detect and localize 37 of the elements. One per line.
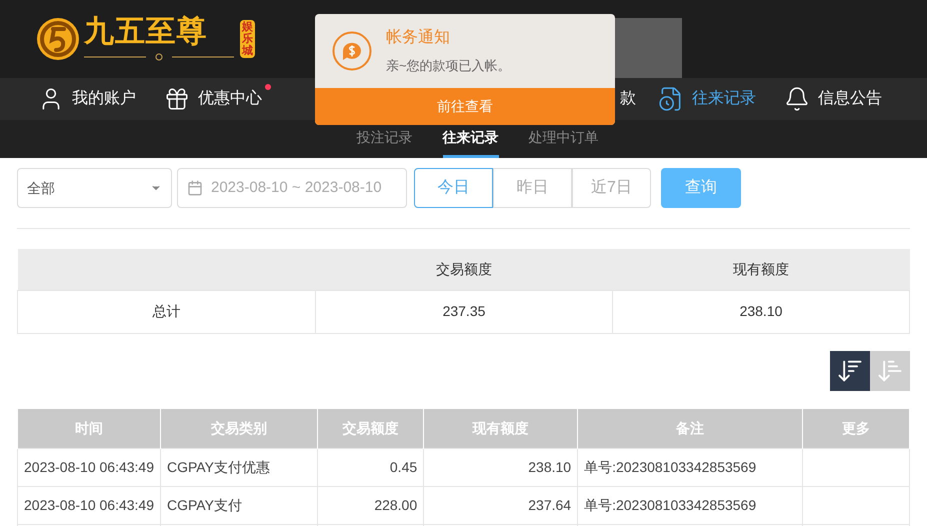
date-range-tab[interactable]: 近7日 [572,168,651,208]
nav-item[interactable]: 款 [620,87,636,111]
type-select[interactable]: 全部 [17,168,172,208]
table-cell: CGPAY支付 [160,486,318,524]
bell-icon [784,86,810,112]
date-range-tab[interactable]: 今日 [414,168,493,208]
table-cell: 总计 [18,290,316,333]
ornament-divider-icon [84,53,234,61]
nav-item[interactable]: 优惠中心 [164,86,262,112]
logo-emblem-icon [36,17,80,61]
sort-button[interactable] [830,350,870,390]
table-cell: 2023-08-10 06:43:49 [18,448,160,486]
table-header-cell: 交易额度 [316,249,612,290]
date-range-tab[interactable]: 昨日 [493,168,572,208]
table-cell: 237.35 [316,290,612,333]
table-cell: 238.10 [612,290,910,333]
table-cell: 228.00 [317,486,424,524]
popup-message: 亲~您的款项已入帐。 [386,57,511,76]
table-cell: 237.64 [424,486,578,524]
table-cell: CGPAY支付优惠 [160,448,318,486]
calendar-icon [187,180,203,196]
nav-item[interactable]: 往来记录 [658,86,756,112]
logo-badge: 娱乐城 [240,20,255,58]
nav-item[interactable]: 我的账户 [38,86,136,112]
table-cell: 2023-08-10 06:43:49 [18,486,160,524]
table-cell: 238.10 [424,448,578,486]
logo-title: 九五至尊 [84,17,208,47]
nav-item[interactable]: 信息公告 [784,86,882,112]
table-header-cell: 现有额度 [612,249,910,290]
view-button[interactable]: 前往查看 [315,88,615,125]
date-range-field[interactable]: 2023-08-10 ~ 2023-08-10 [177,168,407,208]
table-cell: 单号:202308103342853569 [578,486,802,524]
table-cell: 单号:202308103342853569 [578,448,802,486]
gift-icon [164,86,190,112]
table-cell: 0.45 [317,448,424,486]
popup-title: 帐务通知 [386,28,451,48]
money-chat-icon [332,31,372,71]
